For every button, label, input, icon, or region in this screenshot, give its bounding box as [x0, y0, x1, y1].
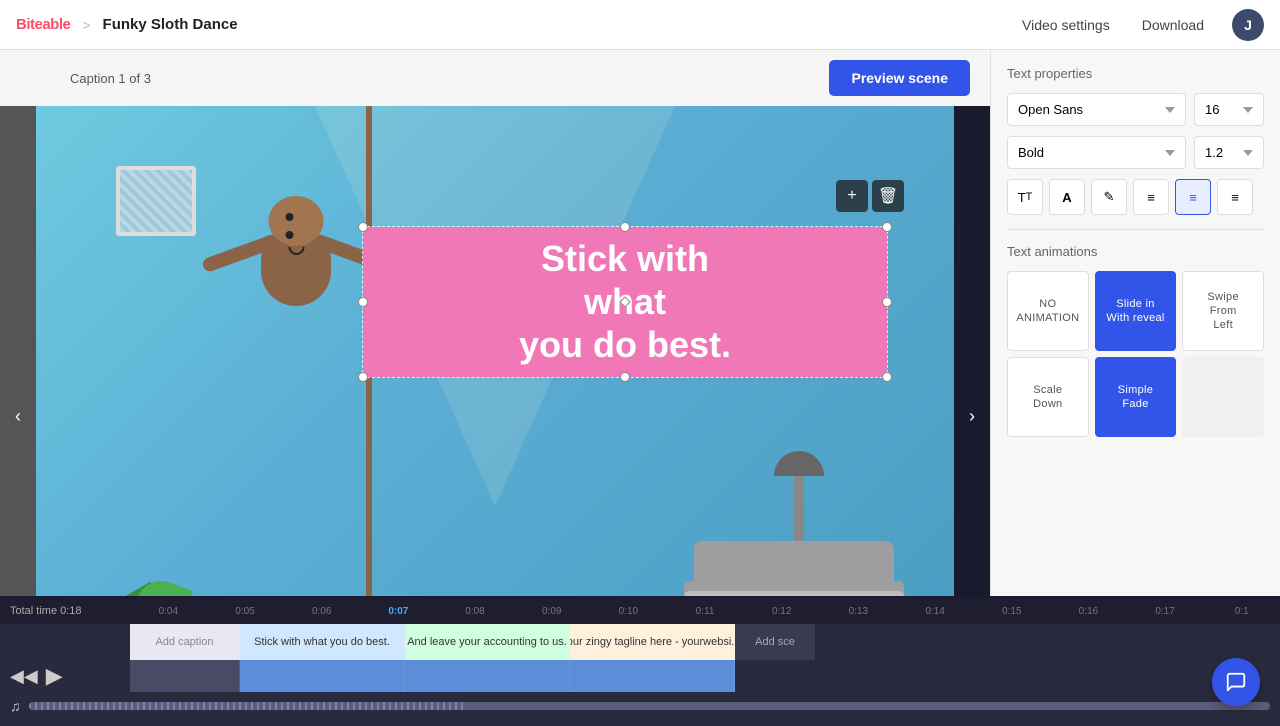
video-track-controls: ◀◀ ▶ — [0, 660, 130, 692]
font-row: Open Sans Arial Roboto Montserrat 121416… — [1007, 93, 1264, 126]
breadcrumb-sep: > — [82, 17, 90, 33]
ruler-mark: 0:05 — [207, 606, 284, 617]
text-properties-title: Text properties — [1007, 66, 1264, 81]
font-weight-select[interactable]: Regular Bold Light — [1007, 136, 1186, 169]
ruler-mark: 0:16 — [1050, 606, 1127, 617]
align-left-button[interactable]: ≡ — [1133, 179, 1169, 215]
ruler-mark: 0:08 — [437, 606, 514, 617]
scene-picture — [116, 166, 196, 236]
ruler-mark: 0:06 — [283, 606, 360, 617]
ruler-mark: 0:17 — [1127, 606, 1204, 617]
text-toolbar: + 🗑 — [836, 180, 904, 212]
sloth-eye-right — [285, 231, 293, 239]
text-size-button[interactable]: TT — [1007, 179, 1043, 215]
music-waveform — [29, 702, 1271, 710]
caption-counter: Caption 1 of 3 — [70, 71, 829, 86]
caption-track: Add caption Stick with what you do best.… — [0, 624, 1280, 660]
handle-top-left[interactable] — [358, 222, 368, 232]
ruler-mark-active: 0:07 — [360, 606, 437, 617]
style-row: Regular Bold Light 1.0 1.2 1.4 1.6 — [1007, 136, 1264, 169]
ruler-mark: 0:13 — [820, 606, 897, 617]
timeline: Total time 0:18 0:04 0:05 0:06 0:07 0:08… — [0, 596, 1280, 726]
video-track-content — [130, 660, 1280, 692]
sloth-body — [261, 226, 331, 306]
animation-grid: NO ANIMATION Slide inWith reveal SwipeFr… — [1007, 271, 1264, 437]
timeline-total-label: Total time 0:18 — [0, 605, 130, 617]
ruler-mark: 0:09 — [513, 606, 590, 617]
ruler-marks-container: 0:04 0:05 0:06 0:07 0:08 0:09 0:10 0:11 … — [130, 606, 1280, 617]
preview-scene-button[interactable]: Preview scene — [829, 60, 970, 96]
align-right-button[interactable]: ≡ — [1217, 179, 1253, 215]
anim-slide-in-with-reveal[interactable]: Slide inWith reveal — [1095, 271, 1177, 351]
ruler-mark: 0:11 — [667, 606, 744, 617]
caption-bar: Caption 1 of 3 Preview scene — [0, 50, 990, 106]
scene-picture-inner — [120, 170, 192, 232]
add-caption-button[interactable]: Add caption — [130, 624, 240, 660]
highlight-button[interactable]: ✎ — [1091, 179, 1127, 215]
play-button[interactable]: ▶ — [46, 663, 63, 689]
add-scene-button[interactable]: Add sce — [735, 624, 815, 660]
timeline-ruler: Total time 0:18 0:04 0:05 0:06 0:07 0:08… — [0, 598, 1280, 624]
avatar: J — [1232, 9, 1264, 41]
music-track: ♫ — [0, 692, 1280, 720]
chat-button[interactable] — [1212, 658, 1260, 706]
topbar: Biteable > Funky Sloth Dance Video setti… — [0, 0, 1280, 50]
handle-bottom-center[interactable] — [620, 372, 630, 382]
line-height-select[interactable]: 1.0 1.2 1.4 1.6 — [1194, 136, 1264, 169]
handle-top-right[interactable] — [882, 222, 892, 232]
handle-middle-left[interactable] — [358, 297, 368, 307]
anim-simple-fade[interactable]: SimpleFade — [1095, 357, 1177, 437]
caption-segment-2[interactable]: And leave your accounting to us. — [405, 624, 570, 660]
caption-track-content: Add caption Stick with what you do best.… — [130, 624, 1280, 660]
caption-segment-1[interactable]: Stick with what you do best. — [240, 624, 405, 660]
lamp-head — [774, 451, 824, 476]
add-text-element-button[interactable]: + — [836, 180, 868, 212]
sloth — [236, 186, 356, 346]
anim-empty — [1182, 357, 1264, 437]
video-track: ◀◀ ▶ — [0, 660, 1280, 692]
delete-text-element-button[interactable]: 🗑 — [872, 180, 904, 212]
text-overlay[interactable]: + 🗑 — [346, 216, 904, 388]
download-button[interactable]: Download — [1130, 11, 1216, 39]
rewind-button[interactable]: ◀◀ — [10, 666, 38, 687]
caption-segment-3[interactable]: Your zingy tagline here - yourwebsi.te — [570, 624, 735, 660]
video-segment-1[interactable] — [240, 660, 405, 692]
handle-bottom-right[interactable] — [882, 372, 892, 382]
project-title: Funky Sloth Dance — [103, 16, 238, 33]
font-family-select[interactable]: Open Sans Arial Roboto Montserrat — [1007, 93, 1186, 126]
ruler-mark: 0:1 — [1203, 606, 1280, 617]
ruler-mark: 0:12 — [743, 606, 820, 617]
divider — [1007, 229, 1264, 230]
sloth-head — [269, 196, 324, 246]
ruler-mark: 0:10 — [590, 606, 667, 617]
text-color-button[interactable]: A — [1049, 179, 1085, 215]
handle-top-center[interactable] — [620, 222, 630, 232]
format-buttons-row: TT A ✎ ≡ ≡ ≡ — [1007, 179, 1264, 215]
anim-no-animation[interactable]: NO ANIMATION — [1007, 271, 1089, 351]
ruler-mark: 0:14 — [897, 606, 974, 617]
anim-scale-down[interactable]: ScaleDown — [1007, 357, 1089, 437]
app-logo: Biteable — [16, 16, 70, 33]
sloth-face — [281, 208, 311, 255]
sloth-eye-left — [285, 213, 293, 221]
ruler-mark: 0:04 — [130, 606, 207, 617]
video-settings-button[interactable]: Video settings — [1010, 11, 1122, 39]
music-icon: ♫ — [10, 698, 21, 714]
handle-middle-right[interactable] — [882, 297, 892, 307]
chat-icon — [1225, 671, 1247, 693]
caption-track-controls — [0, 624, 130, 660]
video-segment-2[interactable] — [405, 660, 570, 692]
sloth-mouth — [288, 247, 304, 255]
text-animations-title: Text animations — [1007, 244, 1264, 259]
anim-swipe-from-left[interactable]: SwipeFromLeft — [1182, 271, 1264, 351]
font-size-select[interactable]: 1214161820 — [1194, 93, 1264, 126]
ruler-mark: 0:15 — [973, 606, 1050, 617]
sloth-arm-left — [201, 233, 281, 274]
align-center-button[interactable]: ≡ — [1175, 179, 1211, 215]
text-selection-box[interactable]: Stick with what you do best. — [362, 226, 888, 378]
handle-bottom-left[interactable] — [358, 372, 368, 382]
video-segment-3[interactable] — [570, 660, 735, 692]
